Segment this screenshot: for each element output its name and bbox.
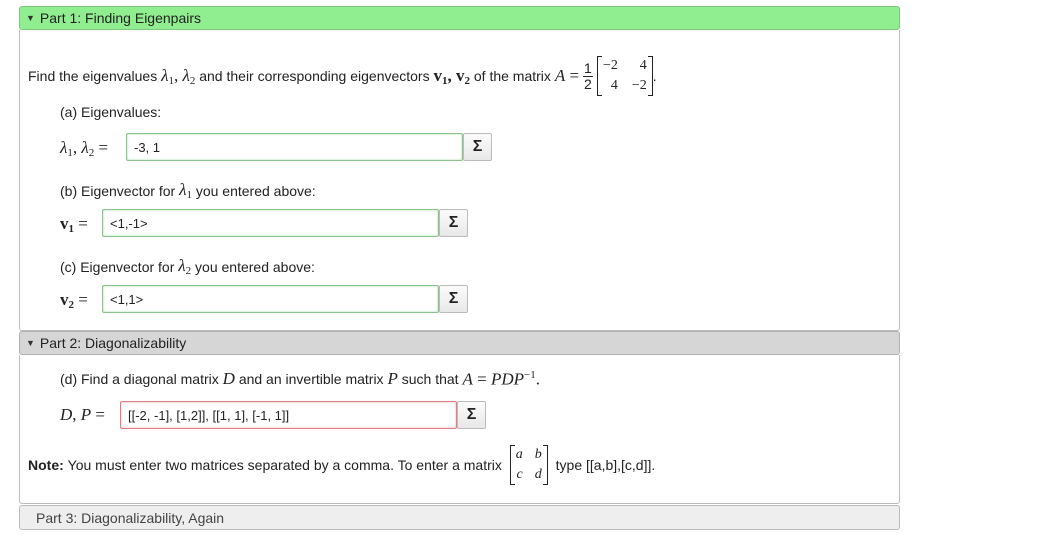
part1-section: ▼ Part 1: Finding Eigenpairs Find the ei…	[19, 6, 900, 331]
label-text: you entered above:	[195, 182, 316, 199]
part1-header[interactable]: ▼ Part 1: Finding Eigenpairs	[19, 6, 900, 30]
matrix-cell: a	[515, 447, 523, 462]
label-text: (b) Eigenvector for	[60, 182, 176, 199]
label-text: (d) Find a diagonal matrix	[60, 371, 219, 388]
eigenvector1-input[interactable]: <1,-1>	[102, 209, 439, 237]
sigma-button[interactable]: Σ	[439, 285, 468, 313]
pdp-expression: A = PDP−1.	[462, 369, 540, 389]
scalar-denominator: 2	[584, 75, 592, 92]
part2-body: (d) Find a diagonal matrix D and an inve…	[19, 355, 900, 504]
matrix-expression: A =	[554, 66, 580, 85]
vector-symbols: v1, v2	[433, 65, 471, 87]
part1-question: Find the eigenvalues λ1, λ2 and their co…	[28, 56, 657, 96]
lambda-symbols: λ1, λ2	[161, 65, 196, 87]
matrix-cell: 4	[639, 58, 647, 73]
dp-input-label: D, P =	[60, 405, 106, 424]
D-symbol: D	[222, 369, 235, 389]
matrix-scalar: 1 2	[582, 59, 593, 92]
lambda1-symbol: λ1	[179, 180, 192, 201]
label-text: (c) Eigenvector for	[60, 258, 175, 275]
lambda2-symbol: λ2	[178, 256, 192, 277]
sigma-button[interactable]: Σ	[457, 401, 486, 429]
part3-title: Part 3: Diagonalizability, Again	[36, 509, 225, 526]
lambda-input-label: λ1, λ2 =	[60, 138, 109, 159]
matrix-cell: 4	[610, 78, 618, 93]
part1-body: Find the eigenvalues λ1, λ2 and their co…	[19, 30, 900, 331]
eigenvector2-label: (c) Eigenvector for λ2 you entered above…	[60, 256, 315, 277]
part3-section: Part 3: Diagonalizability, Again	[19, 505, 900, 530]
matrix-A: −2 4 4 −2	[596, 56, 653, 96]
sigma-button[interactable]: Σ	[439, 209, 468, 237]
question-text-3: of the matrix	[473, 68, 551, 84]
collapse-triangle-icon: ▼	[26, 13, 35, 23]
eigenvector2-input[interactable]: <1,1>	[102, 285, 439, 313]
v2-input-label: v2 =	[60, 290, 88, 311]
label-text: you entered above:	[195, 258, 315, 275]
v1-input-label: v1 =	[60, 214, 88, 235]
part2-title: Part 2: Diagonalizability	[39, 335, 187, 351]
label-text: such that	[401, 371, 459, 388]
note-body: You must enter two matrices separated by…	[67, 457, 502, 473]
note-label: Note:	[28, 457, 64, 473]
example-matrix: a b c d	[509, 445, 548, 485]
part2-section: ▼ Part 2: Diagonalizability (d) Find a d…	[19, 331, 900, 504]
matrix-cell: −2	[602, 58, 618, 73]
note-text: Note: You must enter two matrices separa…	[28, 445, 655, 485]
eigenvalues-label: (a) Eigenvalues:	[60, 104, 162, 120]
question-text: Find the eigenvalues	[28, 68, 158, 84]
part3-header[interactable]: Part 3: Diagonalizability, Again	[19, 505, 900, 530]
note-tail: type [[a,b],[c,d]].	[555, 457, 656, 473]
matrix-cell: c	[516, 467, 523, 482]
matrix-cell: b	[534, 447, 542, 462]
diagonalize-question: (d) Find a diagonal matrix D and an inve…	[60, 369, 540, 390]
eigenvector1-label: (b) Eigenvector for λ1 you entered above…	[60, 180, 316, 201]
sigma-button[interactable]: Σ	[463, 133, 492, 161]
scalar-numerator: 1	[584, 59, 592, 76]
label-text: and an invertible matrix	[238, 371, 384, 388]
part1-title: Part 1: Finding Eigenpairs	[39, 10, 202, 26]
question-text-2: and their corresponding eigenvectors	[199, 68, 430, 84]
matrix-cell: d	[534, 467, 542, 482]
diagonalization-input[interactable]: [[-2, -1], [1,2]], [[1, 1], [-1, 1]]	[120, 401, 457, 429]
matrix-cell: −2	[631, 78, 647, 93]
P-symbol: P	[387, 369, 398, 389]
part2-header[interactable]: ▼ Part 2: Diagonalizability	[19, 331, 900, 355]
eigenvalues-input[interactable]: -3, 1	[126, 133, 463, 161]
collapse-triangle-icon: ▼	[26, 338, 35, 348]
